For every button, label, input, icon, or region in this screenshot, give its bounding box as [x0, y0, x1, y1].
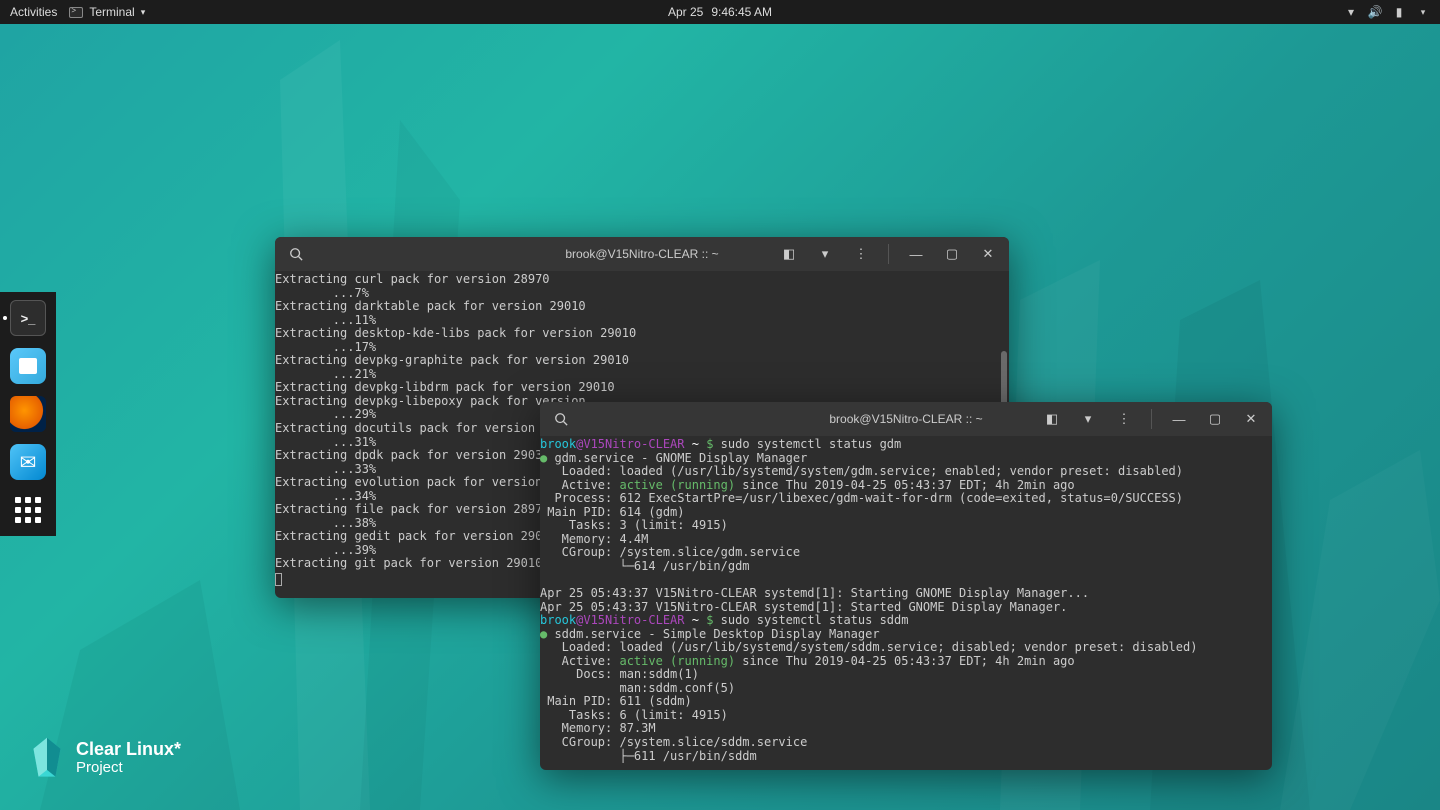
maximize-button[interactable]: ▢ — [1202, 406, 1228, 432]
dock-show-applications[interactable] — [10, 492, 46, 528]
terminal-icon — [69, 7, 83, 18]
search-icon[interactable] — [283, 241, 309, 267]
volume-icon[interactable]: 🔊 — [1368, 5, 1382, 19]
titlebar[interactable]: brook@V15Nitro-CLEAR :: ~ ◧ ▾ ⋮ — ▢ ✕ — [540, 402, 1272, 436]
menu-icon[interactable]: ⋮ — [848, 241, 874, 267]
titlebar[interactable]: brook@V15Nitro-CLEAR :: ~ ◧ ▾ ⋮ — ▢ ✕ — [275, 237, 1009, 271]
close-button[interactable]: ✕ — [1238, 406, 1264, 432]
minimize-button[interactable]: — — [903, 241, 929, 267]
logo-subtitle: Project — [76, 760, 181, 777]
terminal-output[interactable]: brook@V15Nitro-CLEAR ~ $ sudo systemctl … — [540, 436, 1272, 770]
dock — [0, 292, 56, 536]
menu-icon[interactable]: ⋮ — [1111, 406, 1137, 432]
system-menu-chevron-icon[interactable]: ▾ — [1416, 5, 1430, 19]
new-tab-icon[interactable]: ◧ — [776, 241, 802, 267]
dock-mail[interactable] — [10, 444, 46, 480]
maximize-button[interactable]: ▢ — [939, 241, 965, 267]
battery-icon[interactable]: ▮ — [1392, 5, 1406, 19]
logo-title: Clear Linux* — [76, 740, 181, 760]
chevron-down-icon[interactable]: ▾ — [812, 241, 838, 267]
terminal-window-2[interactable]: brook@V15Nitro-CLEAR :: ~ ◧ ▾ ⋮ — ▢ ✕ br… — [540, 402, 1272, 770]
clock[interactable]: Apr 25 9:46:45 AM — [668, 5, 772, 19]
dock-terminal[interactable] — [10, 300, 46, 336]
chevron-down-icon[interactable]: ▾ — [1075, 406, 1101, 432]
minimize-button[interactable]: — — [1166, 406, 1192, 432]
window-title: brook@V15Nitro-CLEAR :: ~ — [565, 247, 718, 261]
network-icon[interactable]: ▾ — [1344, 5, 1358, 19]
chevron-down-icon: ▾ — [141, 7, 146, 18]
dock-firefox[interactable] — [10, 396, 46, 432]
logo-icon — [30, 736, 64, 780]
window-title: brook@V15Nitro-CLEAR :: ~ — [829, 412, 982, 426]
date-label: Apr 25 — [668, 5, 703, 19]
dock-notes[interactable] — [10, 348, 46, 384]
top-bar: Activities Terminal ▾ Apr 25 9:46:45 AM … — [0, 0, 1440, 24]
clear-linux-logo: Clear Linux* Project — [30, 736, 181, 780]
activities-button[interactable]: Activities — [10, 5, 57, 19]
time-label: 9:46:45 AM — [711, 5, 772, 19]
app-name: Terminal — [89, 5, 134, 19]
app-menu[interactable]: Terminal ▾ — [69, 5, 145, 19]
new-tab-icon[interactable]: ◧ — [1039, 406, 1065, 432]
search-icon[interactable] — [548, 406, 574, 432]
close-button[interactable]: ✕ — [975, 241, 1001, 267]
